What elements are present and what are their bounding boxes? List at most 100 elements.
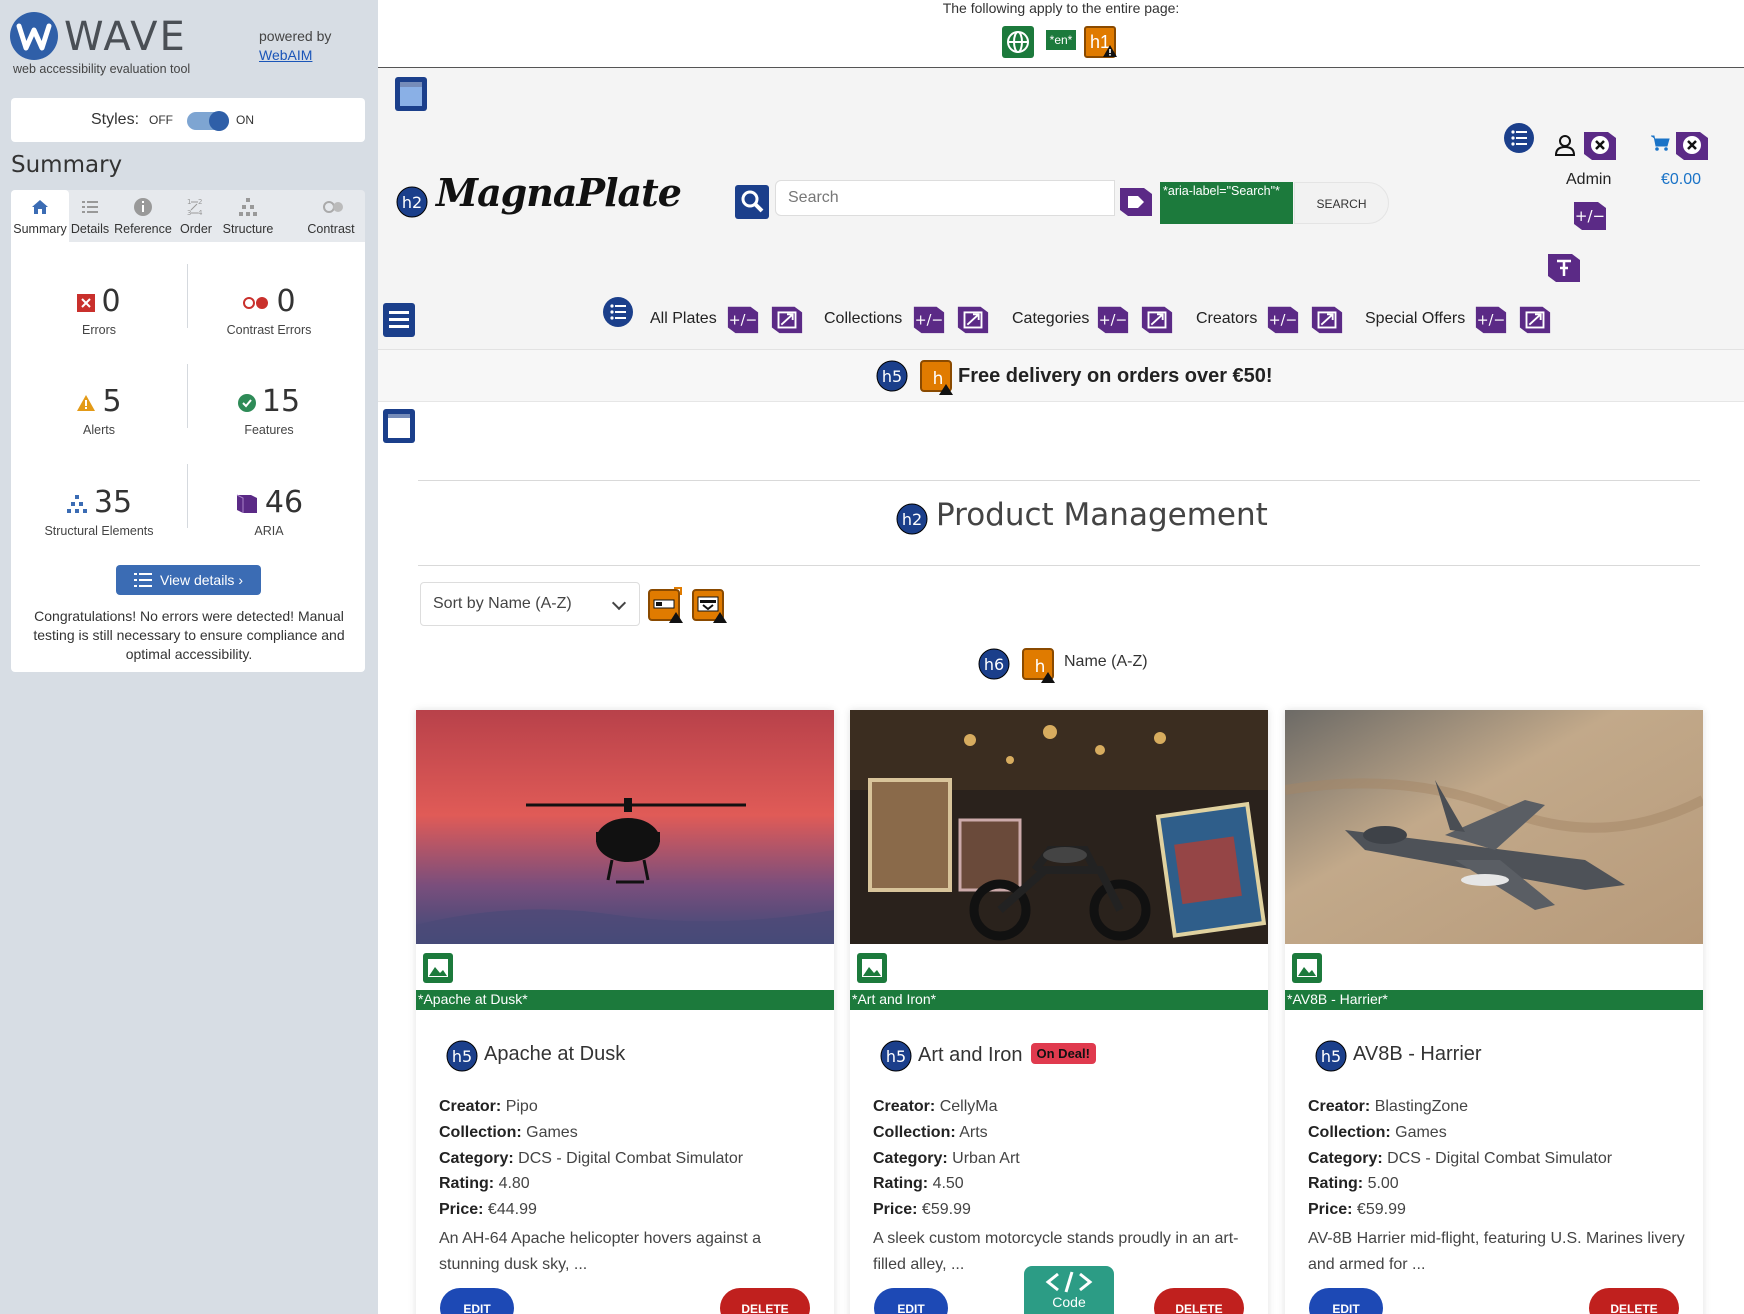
product-image[interactable] <box>1285 710 1703 944</box>
h2-heading-icon[interactable]: h2 <box>396 186 428 218</box>
search-input[interactable]: Search <box>775 180 1115 216</box>
product-image[interactable] <box>850 710 1268 944</box>
aria-expanded-icon[interactable]: +/− <box>726 302 760 336</box>
tab-contrast[interactable]: Contrast <box>279 190 365 242</box>
user-icon[interactable] <box>1554 134 1576 156</box>
nav-categories[interactable]: Categories <box>1012 310 1089 328</box>
h6-heading-icon[interactable]: h6 <box>978 648 1010 680</box>
svg-text:1: 1 <box>187 198 191 206</box>
product-image[interactable] <box>416 710 834 944</box>
tab-details[interactable]: Details <box>69 190 111 242</box>
main-landmark-icon[interactable] <box>382 408 416 444</box>
header-landmark-icon[interactable] <box>394 76 428 112</box>
skipped-heading-alert-icon[interactable]: h <box>920 360 954 396</box>
page-level-bar: The following apply to the entire page: … <box>378 0 1744 68</box>
aria-expanded-icon[interactable]: +/− <box>1572 198 1608 232</box>
aria-role-icon[interactable] <box>1546 250 1582 284</box>
h5-heading-icon[interactable]: h5 <box>446 1040 478 1072</box>
product-collection: Collection: Games <box>1308 1124 1447 1142</box>
aria-popup-icon[interactable] <box>956 302 990 336</box>
svg-text:h: h <box>1035 657 1046 677</box>
delete-button[interactable]: DELETE <box>1154 1288 1244 1314</box>
aria-expanded-icon[interactable]: +/− <box>1266 302 1300 336</box>
toggle-knob <box>209 111 229 131</box>
cart-icon[interactable] <box>1650 134 1670 152</box>
aria-hidden-icon[interactable] <box>1582 128 1618 162</box>
aria-label-icon[interactable] <box>1118 184 1154 220</box>
structure-icon <box>66 494 87 513</box>
site-logo[interactable]: MagnaPlate <box>436 170 682 215</box>
aria-popup-icon[interactable] <box>1310 302 1344 336</box>
nav-creators[interactable]: Creators <box>1196 310 1257 328</box>
styles-off-label: OFF <box>149 113 173 127</box>
select-alert-icon[interactable] <box>692 586 728 624</box>
product-description: AV-8B Harrier mid-flight, featuring U.S.… <box>1308 1230 1685 1273</box>
tab-summary[interactable]: Summary <box>11 190 69 242</box>
aria-expanded-icon[interactable]: +/− <box>1474 302 1508 336</box>
aria-expanded-icon[interactable]: +/− <box>1096 302 1130 336</box>
nav-special-offers[interactable]: Special Offers <box>1365 310 1465 328</box>
tab-reference[interactable]: Reference <box>111 190 175 242</box>
stat-contrast[interactable]: 0 Contrast Errors <box>189 284 349 337</box>
product-title: AV8B - Harrier <box>1353 1043 1482 1066</box>
h5-heading-icon[interactable]: h5 <box>1315 1040 1347 1072</box>
language-feature-icon[interactable] <box>1002 26 1034 58</box>
webaim-link[interactable]: WebAIM <box>259 47 312 63</box>
error-icon <box>77 293 96 312</box>
cart-total[interactable]: €0.00 <box>1661 171 1701 189</box>
product-rating: Rating: 4.80 <box>439 1175 530 1193</box>
aria-popup-icon[interactable] <box>770 302 804 336</box>
stat-alerts[interactable]: 5 Alerts <box>19 384 179 437</box>
field-label: Category: <box>439 1150 514 1167</box>
aria-expanded-icon[interactable]: +/− <box>912 302 946 336</box>
list-icon[interactable] <box>1503 122 1535 154</box>
edit-button[interactable]: EDIT <box>874 1288 948 1314</box>
admin-label[interactable]: Admin <box>1566 171 1611 189</box>
styles-toggle[interactable] <box>187 111 229 131</box>
nav-all-plates[interactable]: All Plates <box>650 310 717 328</box>
delete-button[interactable]: DELETE <box>720 1288 810 1314</box>
aria-label: ARIA <box>254 524 284 538</box>
view-details-button[interactable]: View details › <box>116 565 261 595</box>
stat-features[interactable]: 15 Features <box>189 384 349 437</box>
wave-title: WAVE <box>64 14 187 60</box>
h5-heading-icon[interactable]: h5 <box>880 1040 912 1072</box>
structural-label: Structural Elements <box>44 524 154 538</box>
skipped-heading-alert-icon[interactable]: h <box>1022 648 1056 684</box>
stat-errors[interactable]: 0 Errors <box>19 284 179 337</box>
missing-label-alert-icon[interactable] <box>648 586 684 624</box>
aria-popup-icon[interactable] <box>1140 302 1174 336</box>
tab-label: Order <box>180 222 212 236</box>
edit-button[interactable]: EDIT <box>440 1288 514 1314</box>
navigation-landmark-icon[interactable] <box>382 302 416 338</box>
alt-text-feature-icon[interactable] <box>422 952 454 984</box>
code-toggle-button[interactable]: Code <box>1024 1266 1114 1314</box>
code-icon <box>1045 1271 1093 1293</box>
delete-button[interactable]: DELETE <box>1589 1288 1679 1314</box>
edit-button[interactable]: EDIT <box>1309 1288 1383 1314</box>
aria-label-text: *aria-label="Search"* <box>1160 182 1293 224</box>
list-icon[interactable] <box>602 296 634 328</box>
h2-heading-icon[interactable]: h2 <box>896 503 928 535</box>
field-label: Rating: <box>439 1175 495 1192</box>
h5-heading-icon[interactable]: h5 <box>876 360 908 392</box>
search-label-icon[interactable] <box>734 184 770 220</box>
field-value: BlastingZone <box>1374 1098 1469 1115</box>
tab-order[interactable]: 1234 Order <box>175 190 217 242</box>
product-creator: Creator: BlastingZone <box>1308 1098 1468 1116</box>
alt-text-feature-icon[interactable] <box>856 952 888 984</box>
stat-structural[interactable]: 35 Structural Elements <box>19 485 179 538</box>
sort-select[interactable]: Sort by Name (A-Z) <box>420 582 640 626</box>
aria-popup-icon[interactable] <box>1518 302 1552 336</box>
svg-text:h5: h5 <box>882 367 902 386</box>
divider <box>187 464 188 528</box>
svg-text:2: 2 <box>198 198 202 206</box>
search-button[interactable]: SEARCH <box>1294 182 1389 224</box>
tab-structure[interactable]: Structure <box>217 190 279 242</box>
lang-tag[interactable]: *en* <box>1046 30 1076 50</box>
nav-collections[interactable]: Collections <box>824 310 902 328</box>
wave-tabs: Summary Details Reference 1234 Order Str… <box>11 190 365 242</box>
alt-text-feature-icon[interactable] <box>1291 952 1323 984</box>
aria-hidden-icon[interactable] <box>1674 128 1710 162</box>
stat-aria[interactable]: 46 ARIA <box>189 485 349 538</box>
